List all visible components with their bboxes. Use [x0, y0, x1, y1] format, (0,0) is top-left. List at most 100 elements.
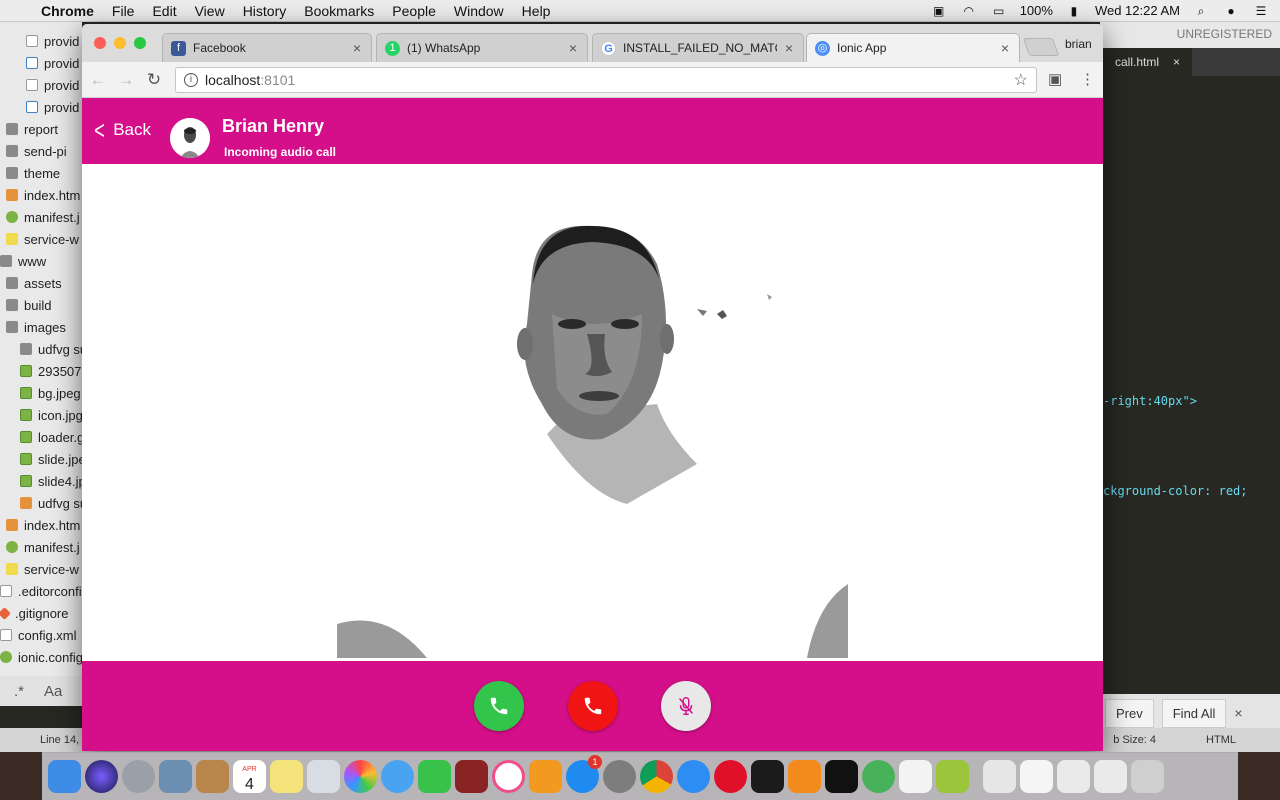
document-icon[interactable] [983, 760, 1016, 793]
file-tree-item[interactable]: assets [0, 272, 82, 294]
sourcetree-icon[interactable] [862, 760, 895, 793]
finder-icon[interactable] [48, 760, 81, 793]
chrome-menu-icon[interactable]: ⋮ [1080, 70, 1095, 88]
tab-whatsapp[interactable]: 1 (1) WhatsApp × [376, 33, 588, 62]
regex-toggle[interactable]: .* [14, 683, 24, 700]
tab-close-icon[interactable]: × [785, 40, 793, 56]
file-tree-item[interactable]: bg.jpeg [0, 382, 82, 404]
sublime-text-icon[interactable] [788, 760, 821, 793]
screenshot-icon[interactable] [1057, 760, 1090, 793]
file-tree-item[interactable]: slide.jpe [0, 448, 82, 470]
find-bar-close-icon[interactable]: × [1234, 705, 1242, 721]
contacts-icon[interactable] [196, 760, 229, 793]
menu-people[interactable]: People [392, 3, 436, 19]
clock[interactable]: Wed 12:22 AM [1095, 3, 1180, 18]
siri-icon[interactable] [85, 760, 118, 793]
mute-button[interactable] [661, 681, 711, 731]
file-tree-item[interactable]: .editorconfi [0, 580, 82, 602]
screenshot-icon[interactable] [1094, 760, 1127, 793]
wifi-icon[interactable]: ◠ [960, 4, 978, 18]
dropbox-icon[interactable]: ▣ [930, 4, 948, 18]
menu-edit[interactable]: Edit [152, 3, 176, 19]
screenshot-icon[interactable] [1020, 760, 1053, 793]
java-icon[interactable] [899, 760, 932, 793]
itunes-icon[interactable] [492, 760, 525, 793]
file-tree-item[interactable]: manifest.j [0, 536, 82, 558]
tab-google-search[interactable]: G INSTALL_FAILED_NO_MATCH × [592, 33, 804, 62]
editor-tab-close-icon[interactable]: × [1173, 55, 1180, 69]
facetime-icon[interactable] [418, 760, 451, 793]
file-tree-item[interactable]: udfvg su [0, 338, 82, 360]
tab-close-icon[interactable]: × [353, 40, 361, 56]
file-tree-item[interactable]: loader.g [0, 426, 82, 448]
back-button[interactable]: < Back [92, 117, 151, 143]
menu-bookmarks[interactable]: Bookmarks [304, 3, 374, 19]
file-tree-item[interactable]: index.htm [0, 184, 82, 206]
menu-app-name[interactable]: Chrome [41, 3, 94, 19]
opera-icon[interactable] [714, 760, 747, 793]
ibooks-icon[interactable] [529, 760, 562, 793]
file-tree-item[interactable]: config.xml [0, 624, 82, 646]
tab-close-icon[interactable]: × [1001, 40, 1009, 56]
address-bar[interactable]: i localhost :8101 ☆ [175, 67, 1037, 93]
file-tree-item[interactable]: provid [0, 52, 82, 74]
terminal-icon[interactable] [751, 760, 784, 793]
app-store-icon[interactable]: 1 [566, 755, 602, 793]
decline-call-button[interactable] [568, 681, 618, 731]
spotlight-icon[interactable]: ⌕ [1192, 4, 1210, 18]
file-tree-item[interactable]: images [0, 316, 82, 338]
preview-icon[interactable] [307, 760, 340, 793]
file-tree-item[interactable]: icon.jpg [0, 404, 82, 426]
file-tree-item[interactable]: report [0, 118, 82, 140]
menu-history[interactable]: History [243, 3, 287, 19]
notification-center-icon[interactable]: ☰ [1252, 4, 1270, 18]
file-tree-item[interactable]: .gitignore [0, 602, 82, 624]
system-preferences-icon[interactable] [603, 760, 636, 793]
file-tree-item[interactable]: provid [0, 96, 82, 118]
menu-help[interactable]: Help [522, 3, 551, 19]
file-tree-item[interactable]: theme [0, 162, 82, 184]
extension-icon[interactable]: ▣ [1048, 70, 1062, 88]
photos-icon[interactable] [344, 760, 377, 793]
zoom-window-button[interactable] [134, 37, 146, 49]
find-prev-button[interactable]: Prev [1105, 698, 1154, 728]
safari-icon[interactable] [677, 760, 710, 793]
file-tree-item[interactable]: provid [0, 74, 82, 96]
file-tree-item[interactable]: 293507 [0, 360, 82, 382]
file-tree-item[interactable]: provid [0, 30, 82, 52]
status-tab-size[interactable]: b Size: 4 [1113, 734, 1156, 746]
forward-arrow-icon[interactable]: → [114, 70, 138, 90]
site-info-icon[interactable]: i [184, 73, 198, 87]
menu-file[interactable]: File [112, 3, 135, 19]
editor-tab-call-html[interactable]: call.html × [1103, 48, 1193, 76]
image-capture-icon[interactable] [159, 760, 192, 793]
file-tree-item[interactable]: www [0, 250, 82, 272]
back-arrow-icon[interactable]: ← [86, 70, 110, 90]
minimize-window-button[interactable] [114, 37, 126, 49]
launchpad-icon[interactable] [122, 760, 155, 793]
android-icon[interactable] [936, 760, 969, 793]
airplay-icon[interactable]: ▭ [990, 4, 1008, 18]
file-tree-item[interactable]: service-w [0, 228, 82, 250]
file-tree-item[interactable]: ionic.config [0, 646, 82, 668]
messages-icon[interactable] [381, 760, 414, 793]
file-tree-item[interactable]: slide4.jp [0, 470, 82, 492]
profile-name[interactable]: brian [1065, 37, 1092, 51]
case-toggle[interactable]: Aa [44, 683, 62, 700]
battery-icon[interactable]: ▮ [1065, 4, 1083, 18]
caller-avatar[interactable] [170, 118, 210, 158]
file-tree-item[interactable]: index.htm [0, 514, 82, 536]
webstorm-icon[interactable] [825, 760, 858, 793]
tab-facebook[interactable]: f Facebook × [162, 33, 372, 62]
siri-icon[interactable]: ● [1222, 4, 1240, 18]
file-tree-item[interactable]: service-w [0, 558, 82, 580]
file-tree-item[interactable]: udfvg su [0, 492, 82, 514]
find-all-button[interactable]: Find All [1161, 698, 1227, 728]
file-tree-item[interactable]: build [0, 294, 82, 316]
file-tree-item[interactable]: manifest.j [0, 206, 82, 228]
new-tab-button[interactable] [1022, 38, 1060, 56]
notes-icon[interactable] [270, 760, 303, 793]
menu-window[interactable]: Window [454, 3, 504, 19]
trash-icon[interactable] [1131, 760, 1164, 793]
status-syntax[interactable]: HTML [1206, 734, 1236, 746]
